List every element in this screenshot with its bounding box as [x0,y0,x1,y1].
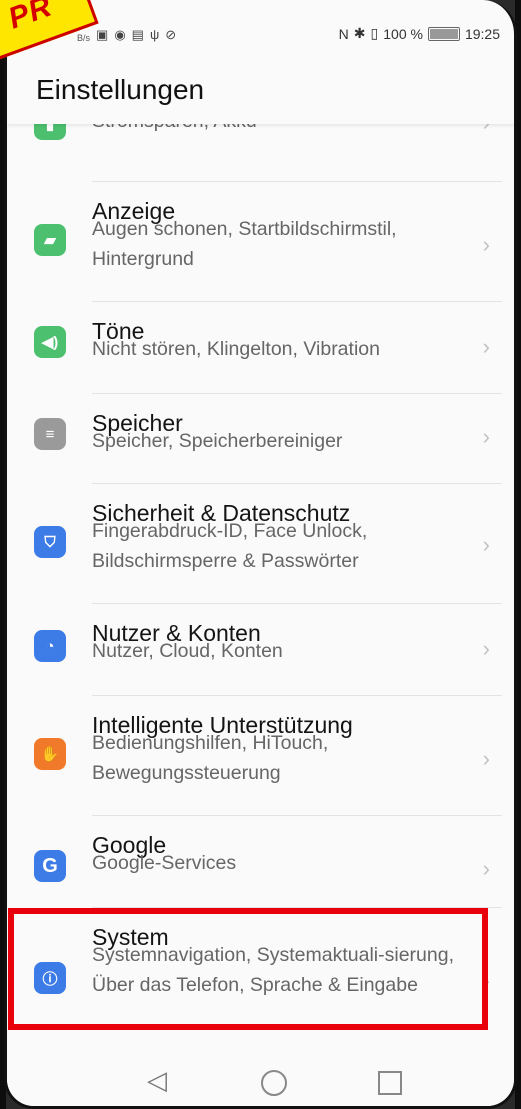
google-icon: G [34,850,66,882]
battery-status-icon [427,26,460,41]
page-title: Einstellungen [36,74,205,105]
status-left: B/s ▣ ◉ ▤ ψ ⊘ [77,26,176,43]
net-speed: B/s [77,33,91,43]
chevron-right-icon: › [482,334,490,359]
storage-icon: ≡ [34,418,66,450]
app-header: Einstellungen [7,62,514,124]
settings-item-sicherheit-datenschutz[interactable]: ⛉ Sicherheit & Datenschutz Fingerabdruck-I… [7,484,514,604]
navigation-bar: ◁ [7,1046,514,1106]
chevron-right-icon: › [482,532,490,557]
item-subtitle: Bedienungshilfen, HiTouch, Bewegungssteu… [92,732,329,784]
eye-icon: ◉ [114,26,126,42]
settings-item-anzeige[interactable]: ▰ Anzeige Augen schonen, Startbildschirmst… [7,182,514,302]
recent-apps-icon[interactable] [378,1071,402,1095]
cast-icon: ▣ [96,26,109,42]
chevron-right-icon: › [482,232,490,257]
chevron-right-icon: › [482,746,490,771]
settings-item-speicher[interactable]: ≡ Speicher Speicher, Speicherbereiniger › [7,394,514,484]
highlight-box [8,908,488,1030]
nfc-icon: N [338,25,349,42]
item-subtitle: Nutzer, Cloud, Konten [92,640,283,662]
clock: 19:25 [464,25,500,42]
settings-item-intelligente-unterstützung[interactable]: ✋ Intelligente Unterstützung Bedienungshil… [7,696,514,816]
settings-item-töne[interactable]: ◀) Töne Nicht stören, Klingelton, Vibratio… [7,302,514,394]
chevron-right-icon: › [482,424,490,449]
image-icon: ▤ [131,26,144,42]
settings-item-nutzer-konten[interactable]: ◔ Nutzer & Konten Nutzer, Cloud, Konten › [7,604,514,696]
chevron-right-icon: › [482,636,490,661]
vibrate-icon: ▯ [370,25,379,41]
item-subtitle: Nicht stören, Klingelton, Vibration [92,338,380,360]
back-icon[interactable]: ◁ [147,1065,167,1096]
settings-list[interactable]: ▮AkkuStromsparen, Akku›▰AnzeigeAugen sch… [7,106,514,1046]
user-icon: ◔ [34,630,66,662]
display-icon: ▰ [34,224,66,256]
sound-icon: ◀) [34,326,66,358]
shield-icon: ⛉ [34,526,66,558]
status-right: N ✱ ▯ 100 % 19:25 [339,25,500,42]
settings-item-google[interactable]: G Google Google-Services › [7,816,514,908]
item-subtitle: Fingerabdruck-ID, Face Unlock, Bildschir… [92,520,368,572]
usb-icon: ψ [149,27,160,42]
item-subtitle: Augen schonen, Startbildschirmstil, Hint… [92,218,397,270]
item-subtitle: Google-Services [92,852,237,874]
home-icon[interactable] [261,1070,287,1096]
item-subtitle: Speicher, Speicherbereiniger [92,430,343,452]
battery-percent: 100 % [383,25,423,42]
chevron-right-icon: › [482,856,490,881]
location-off-icon: ⊘ [165,26,177,42]
hand-icon: ✋ [34,738,66,770]
bluetooth-icon: ✱ [353,25,366,41]
